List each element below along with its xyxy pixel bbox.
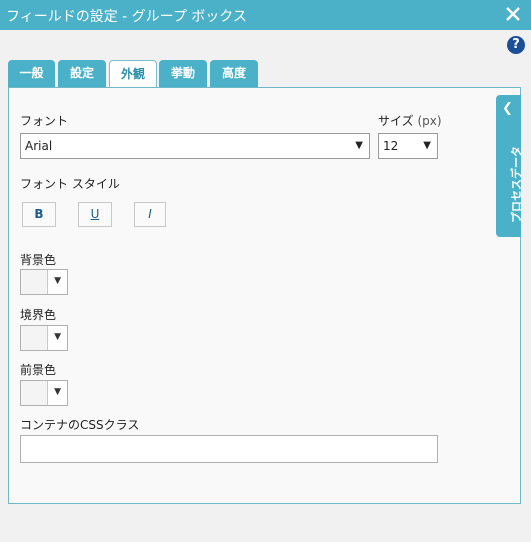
underline-button[interactable]: U (78, 202, 112, 227)
tab-settings[interactable]: 設定 (58, 60, 106, 87)
process-data-label: プロセスデータ (510, 146, 523, 223)
tab-appearance[interactable]: 外観 (109, 60, 157, 89)
container-css-label: コンテナのCSSクラス (20, 418, 140, 432)
chevron-down-icon: ▼ (355, 140, 363, 151)
size-select[interactable]: 12 ▼ (378, 133, 438, 159)
italic-button[interactable]: I (134, 202, 166, 227)
chevron-down-icon: ▼ (54, 387, 61, 397)
size-select-value: 12 (383, 139, 399, 153)
background-color-label: 背景色 (20, 253, 57, 267)
process-data-panel-toggle[interactable]: ❮ プロセスデータ (496, 95, 523, 237)
chevron-left-icon: ❮ (502, 101, 513, 116)
help-icon[interactable]: ? (507, 36, 525, 54)
background-color-picker[interactable]: ▼ (20, 269, 68, 295)
chevron-down-icon: ▼ (423, 140, 431, 151)
border-color-picker[interactable]: ▼ (20, 325, 68, 351)
size-unit: (px) (417, 114, 442, 128)
tab-general[interactable]: 一般 (8, 60, 55, 87)
font-style-label: フォント スタイル (20, 177, 120, 191)
font-select[interactable]: Arial ▼ (20, 133, 370, 159)
title-bar: フィールドの設定 - グループ ボックス (0, 0, 531, 30)
font-select-value: Arial (25, 139, 53, 153)
color-swatch (21, 326, 48, 350)
chevron-down-icon: ▼ (54, 276, 61, 286)
foreground-color-label: 前景色 (20, 363, 57, 377)
close-icon[interactable] (505, 5, 521, 23)
color-swatch (21, 270, 48, 294)
tab-advanced[interactable]: 高度 (210, 60, 258, 87)
bold-button[interactable]: B (22, 202, 56, 227)
tab-behavior[interactable]: 挙動 (159, 60, 207, 87)
chevron-down-icon: ▼ (54, 332, 61, 342)
font-label: フォント (20, 114, 69, 128)
container-css-input[interactable] (20, 435, 438, 463)
field-settings-dialog: フィールドの設定 - グループ ボックス ? 一般 設定 外観 挙動 高度 フォ… (0, 0, 531, 542)
dialog-title: フィールドの設定 - グループ ボックス (6, 9, 247, 25)
border-color-label: 境界色 (20, 308, 57, 322)
foreground-color-picker[interactable]: ▼ (20, 380, 68, 406)
color-swatch (21, 381, 48, 405)
size-label: サイズ (px) (378, 114, 442, 128)
